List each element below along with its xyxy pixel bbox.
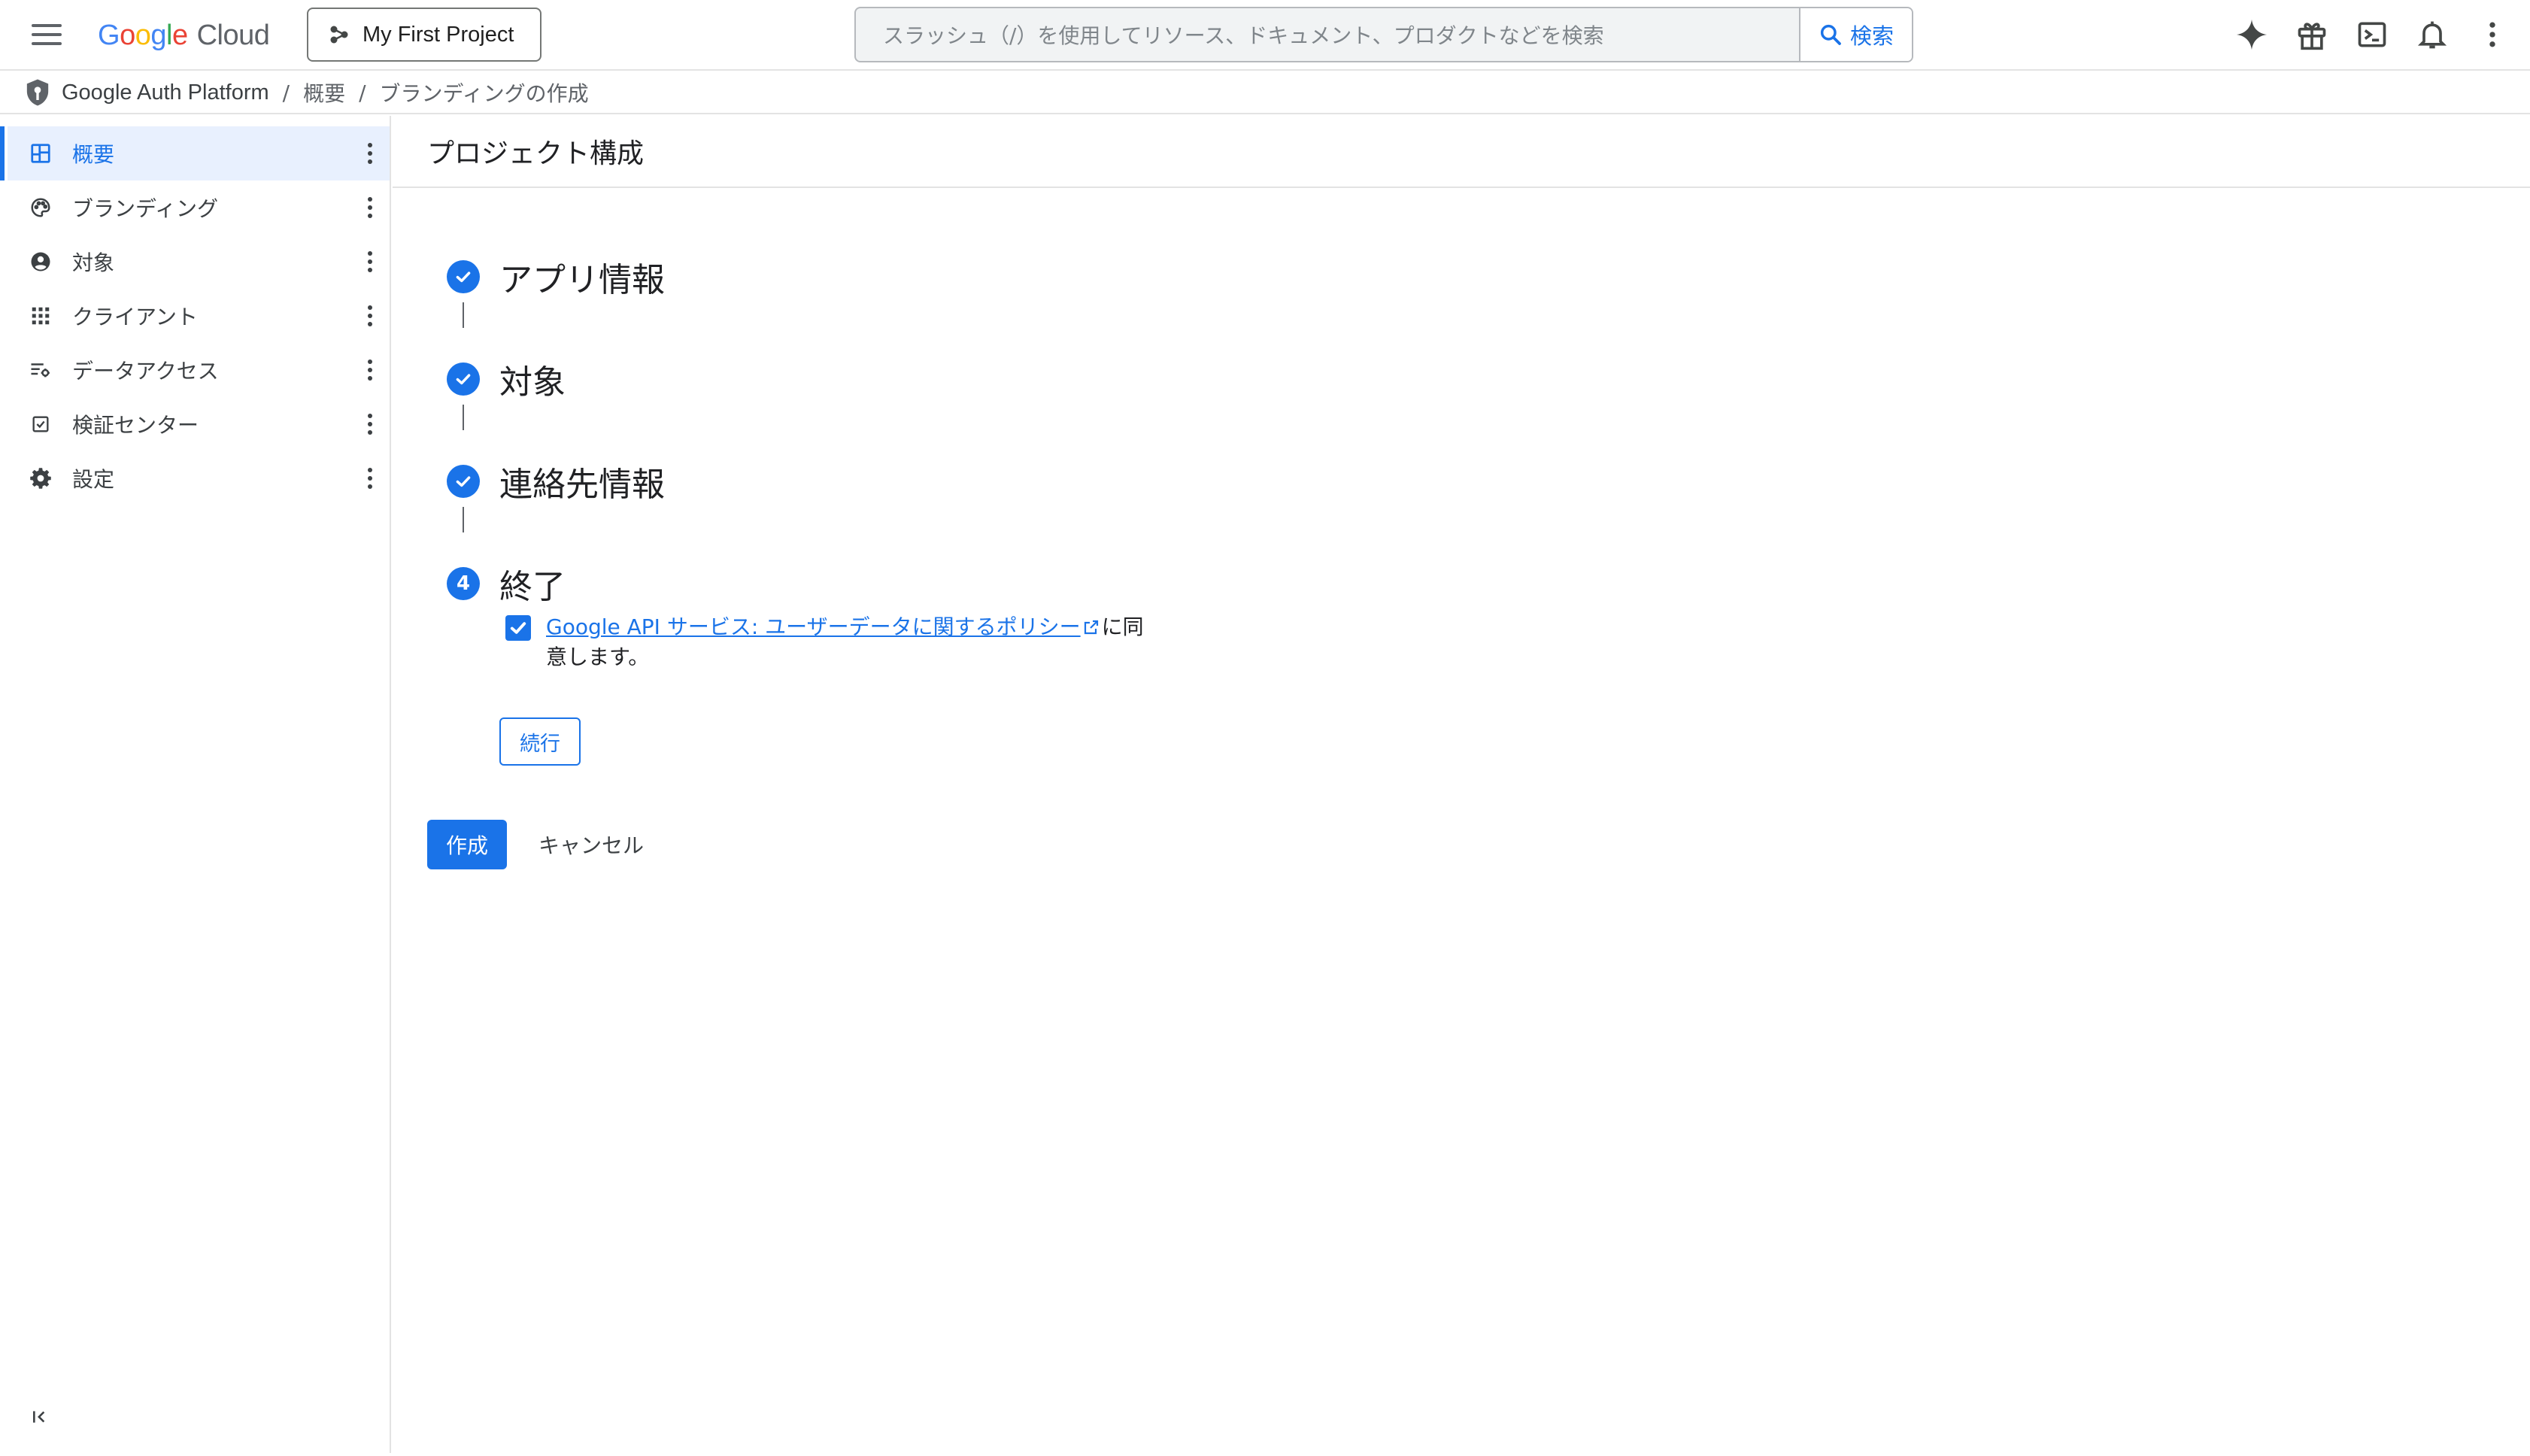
project-picker-button[interactable]: My First Project bbox=[307, 8, 541, 62]
step-label: 終了 bbox=[499, 568, 566, 606]
continue-button[interactable]: 続行 bbox=[499, 717, 581, 766]
search-button[interactable]: 検索 bbox=[1799, 8, 1912, 61]
sidebar-item-label: ブランディング bbox=[72, 196, 219, 221]
breadcrumb: Google Auth Platform / 概要 / ブランディングの作成 bbox=[0, 72, 2530, 114]
sidebar-item-label: 検証センター bbox=[72, 413, 199, 438]
project-hierarchy-icon bbox=[330, 26, 348, 44]
more-vert-icon[interactable] bbox=[363, 356, 378, 384]
breadcrumb-item-auth-platform[interactable]: Google Auth Platform bbox=[62, 80, 269, 105]
account-circle-icon bbox=[27, 248, 54, 275]
sidebar-item-overview[interactable]: 概要 bbox=[0, 126, 390, 180]
sidebar-item-label: データアクセス bbox=[72, 359, 219, 384]
sidebar-item-audience[interactable]: 対象 bbox=[8, 235, 390, 289]
palette-icon bbox=[27, 194, 54, 221]
search-bar: スラッシュ（/）を使用してリソース、ドキュメント、プロダクトなどを検索 検索 bbox=[854, 7, 1913, 62]
more-vert-icon[interactable] bbox=[2462, 15, 2522, 54]
project-name: My First Project bbox=[363, 22, 514, 47]
sidebar-item-label: 設定 bbox=[72, 467, 115, 492]
main-menu-icon[interactable] bbox=[30, 21, 63, 48]
step-label: 連絡先情報 bbox=[499, 466, 665, 504]
page-title: プロジェクト構成 bbox=[393, 116, 2530, 188]
search-button-label: 検索 bbox=[1849, 23, 1894, 49]
search-icon bbox=[1820, 24, 1841, 45]
step-complete-check-icon bbox=[447, 362, 480, 396]
checkmark-icon bbox=[510, 622, 526, 634]
top-icon-group bbox=[2222, 15, 2522, 54]
sidebar-item-branding[interactable]: ブランディング bbox=[8, 180, 390, 235]
policy-consent-checkbox[interactable] bbox=[505, 615, 531, 641]
open-in-new-icon bbox=[1084, 620, 1098, 635]
more-vert-icon[interactable] bbox=[363, 302, 378, 329]
gift-icon[interactable] bbox=[2282, 15, 2342, 54]
step-label: 対象 bbox=[499, 363, 566, 402]
breadcrumb-item-overview[interactable]: 概要 bbox=[303, 77, 345, 108]
sidebar-item-label: 対象 bbox=[72, 250, 115, 275]
more-vert-icon[interactable] bbox=[363, 411, 378, 438]
step-connector-line bbox=[463, 302, 464, 328]
breadcrumb-separator: / bbox=[282, 80, 290, 105]
collapse-sidebar-icon[interactable] bbox=[26, 1402, 56, 1432]
more-vert-icon[interactable] bbox=[363, 248, 378, 275]
apps-grid-icon bbox=[27, 302, 54, 329]
sidebar-item-clients[interactable]: クライアント bbox=[8, 289, 390, 343]
stepper-step-app-info[interactable]: アプリ情報 bbox=[447, 253, 665, 301]
step-label: アプリ情報 bbox=[499, 261, 665, 299]
auth-platform-shield-icon bbox=[26, 79, 49, 106]
breadcrumb-separator: / bbox=[359, 80, 366, 105]
step-number-badge: 4 bbox=[447, 567, 480, 600]
notifications-bell-icon[interactable] bbox=[2402, 15, 2462, 54]
sidebar-item-verification-center[interactable]: 検証センター bbox=[8, 397, 390, 451]
top-app-bar: Go o g l e Cloud My First Project スラッシュ（/）を使用… bbox=[0, 0, 2530, 71]
google-cloud-logo[interactable]: Go o g l e Cloud bbox=[98, 17, 270, 54]
gear-icon bbox=[27, 465, 54, 492]
sidebar-item-label: クライアント bbox=[72, 305, 198, 329]
gemini-sparkle-icon[interactable] bbox=[2222, 15, 2282, 54]
sidebar-item-settings[interactable]: 設定 bbox=[8, 451, 390, 505]
sidebar-item-label: 概要 bbox=[72, 142, 115, 167]
step-complete-check-icon bbox=[447, 465, 480, 498]
create-button[interactable]: 作成 bbox=[427, 820, 507, 869]
stepper-step-audience[interactable]: 対象 bbox=[447, 355, 566, 403]
more-vert-icon[interactable] bbox=[363, 140, 378, 167]
cancel-button[interactable]: キャンセル bbox=[531, 820, 651, 869]
sidebar: 概要 ブランディング 対象 クライアント データアクセス 検証センター 設定 bbox=[0, 116, 391, 1453]
more-vert-icon[interactable] bbox=[363, 194, 378, 221]
search-input[interactable]: スラッシュ（/）を使用してリソース、ドキュメント、プロダクトなどを検索 bbox=[856, 8, 1799, 61]
policy-consent-text: Google API サービス: ユーザーデータに関するポリシー に同意します。 bbox=[546, 612, 1152, 672]
stepper-step-contact-info[interactable]: 連絡先情報 bbox=[447, 457, 665, 505]
policy-consent: Google API サービス: ユーザーデータに関するポリシー に同意します。 bbox=[505, 612, 1152, 672]
sidebar-item-data-access[interactable]: データアクセス bbox=[8, 343, 390, 397]
user-data-policy-link[interactable]: Google API サービス: ユーザーデータに関するポリシー bbox=[546, 614, 1081, 639]
step-connector-line bbox=[463, 405, 464, 430]
dashboard-icon bbox=[27, 140, 54, 167]
cloud-shell-terminal-icon[interactable] bbox=[2342, 15, 2402, 54]
step-connector-line bbox=[463, 507, 464, 532]
stepper-step-finish[interactable]: 4 終了 bbox=[447, 560, 566, 608]
checkbox-icon bbox=[27, 411, 54, 438]
breadcrumb-item-create-branding: ブランディングの作成 bbox=[379, 81, 589, 106]
step-complete-check-icon bbox=[447, 260, 480, 293]
more-vert-icon[interactable] bbox=[363, 465, 378, 492]
data-settings-icon bbox=[27, 356, 54, 384]
main-content: プロジェクト構成 アプリ情報 対象 連絡先情報 4 終了 Google API … bbox=[393, 116, 2530, 1456]
